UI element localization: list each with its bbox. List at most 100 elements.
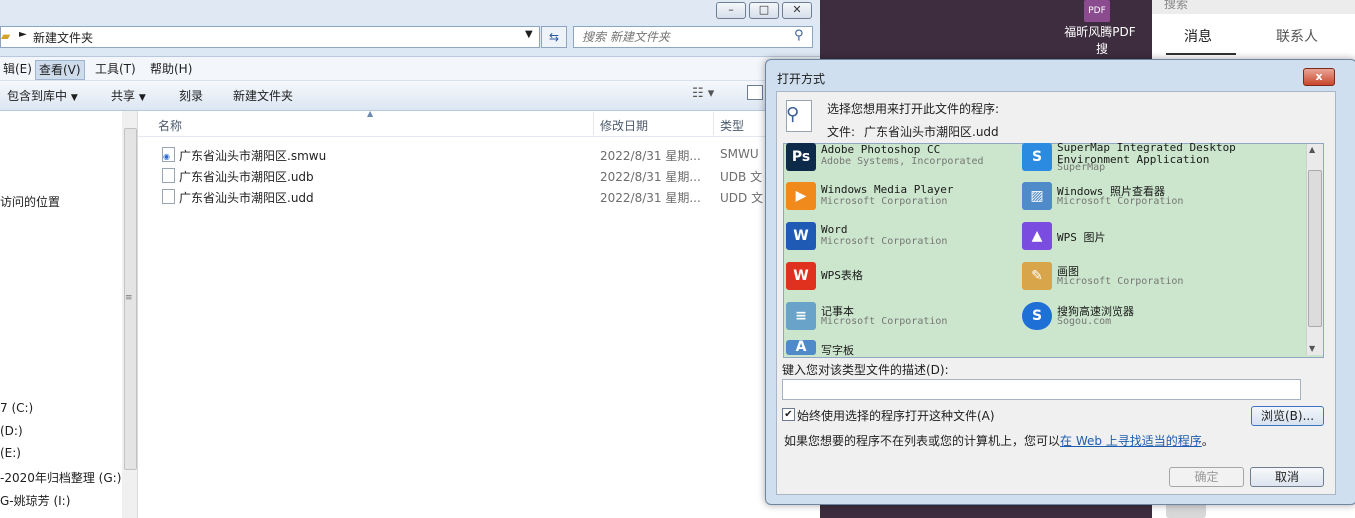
nav-item-drive-d[interactable]: (D:)	[0, 424, 23, 438]
word-icon: W	[786, 222, 816, 250]
refresh-button[interactable]: ⇆	[541, 26, 567, 48]
file-type: UDD 文	[720, 191, 764, 205]
ok-button[interactable]: 确定	[1169, 467, 1244, 487]
program-vendor: Microsoft Corporation	[1057, 276, 1184, 287]
scroll-grip-icon: ≡	[125, 293, 133, 303]
hint-text: 如果您想要的程序不在列表或您的计算机上，您可以在 Web 上寻找适当的程序。	[784, 432, 1214, 449]
preview-pane-icon[interactable]	[747, 85, 763, 100]
burn-button[interactable]: 刻录	[179, 87, 203, 104]
program-vendor: Sogou.com	[1057, 316, 1112, 327]
program-name[interactable]: WPS表格	[821, 267, 863, 283]
program-name[interactable]: Adobe Photoshop CC	[821, 143, 940, 156]
hint-suffix: 。	[1201, 434, 1214, 448]
column-header-type[interactable]: 类型	[720, 117, 744, 134]
breadcrumb-folder[interactable]: 新建文件夹	[33, 29, 93, 46]
column-header-date[interactable]: 修改日期	[600, 117, 648, 134]
scroll-up-icon[interactable]: ▲	[1309, 145, 1315, 154]
column-header-bar	[138, 111, 820, 137]
file-date: 2022/8/31 星期...	[600, 149, 701, 163]
checkmark-icon: ✔	[784, 409, 793, 420]
photoshop-icon: Ps	[786, 143, 816, 171]
program-list-scroll-thumb[interactable]	[1308, 170, 1322, 327]
column-divider[interactable]	[593, 112, 594, 135]
always-use-label[interactable]: 始终使用选择的程序打开这种文件(A)	[797, 407, 995, 424]
program-vendor: Microsoft Corporation	[821, 196, 948, 207]
menu-edit[interactable]: 辑(E)	[0, 60, 35, 78]
search-icon[interactable]: ⚲	[794, 28, 804, 43]
hint-prefix: 如果您想要的程序不在列表或您的计算机上，您可以	[784, 434, 1061, 448]
folder-icon: ▰	[1, 29, 11, 43]
search-box[interactable]: ⚲	[573, 26, 813, 48]
nav-item-drive-g[interactable]: -2020年归档整理 (G:)	[0, 469, 121, 486]
maximize-button[interactable]: □	[749, 2, 779, 19]
nav-item-drive-i[interactable]: G-姚琼芳 (I:)	[0, 492, 70, 509]
program-vendor: Adobe Systems, Incorporated	[821, 156, 984, 167]
nav-item-drive-c[interactable]: 7 (C:)	[0, 401, 33, 415]
file-type: SMWU	[720, 147, 759, 161]
program-name[interactable]: Word	[821, 223, 848, 236]
description-label: 键入您对该类型文件的描述(D):	[782, 363, 949, 377]
browse-button[interactable]: 浏览(B)...	[1251, 406, 1324, 426]
wps-picture-icon: ▲	[1022, 222, 1052, 250]
refresh-icon: ⇆	[548, 30, 560, 44]
file-type: UDB 文	[720, 170, 763, 184]
description-input[interactable]	[782, 379, 1301, 400]
file-name[interactable]: 广东省汕头市潮阳区.udb	[179, 168, 314, 185]
file-date: 2022/8/31 星期...	[600, 191, 701, 205]
wps-sheet-icon: W	[786, 262, 816, 290]
nav-item-drive-e[interactable]: (E:)	[0, 446, 21, 460]
menu-help[interactable]: 帮助(H)	[147, 60, 195, 78]
include-in-library-button[interactable]: 包含到库中 ▼	[7, 87, 78, 104]
address-bar[interactable]: ▰ ► 新建文件夹 ▼	[0, 26, 540, 48]
file-label: 文件:	[827, 125, 856, 139]
chat-search-bar[interactable]: 搜索	[1152, 0, 1355, 14]
file-name[interactable]: 广东省汕头市潮阳区.udd	[179, 189, 314, 206]
program-vendor: Microsoft Corporation	[1057, 196, 1184, 207]
program-name[interactable]: 写字板	[821, 342, 854, 358]
program-vendor: Microsoft Corporation	[821, 236, 948, 247]
notepad-icon: ≡	[786, 302, 816, 330]
cancel-button[interactable]: 取消	[1250, 467, 1324, 487]
magnifier-icon: ⚲	[786, 104, 800, 125]
menu-tools[interactable]: 工具(T)	[92, 60, 139, 78]
sort-ascending-icon: ▲	[367, 109, 374, 118]
file-icon	[162, 189, 175, 204]
scroll-down-icon[interactable]: ▼	[1309, 344, 1315, 353]
new-folder-button[interactable]: 新建文件夹	[233, 87, 293, 104]
dialog-title: 打开方式	[777, 72, 826, 86]
column-header-name[interactable]: 名称	[158, 117, 182, 134]
menu-view[interactable]: 查看(V)	[35, 60, 85, 80]
pdf-app-icon[interactable]: PDF	[1084, 0, 1110, 22]
breadcrumb-arrow-icon[interactable]: ►	[19, 29, 27, 40]
address-dropdown-icon[interactable]: ▼	[525, 29, 533, 40]
tab-messages[interactable]: 消息	[1184, 26, 1212, 46]
program-name[interactable]: Windows Media Player	[821, 183, 953, 196]
nav-item-recent[interactable]: 访问的位置	[0, 193, 60, 210]
program-name[interactable]: WPS 图片	[1057, 229, 1106, 245]
smwu-file-icon: ◉	[162, 147, 175, 162]
close-window-button[interactable]: ✕	[782, 2, 812, 19]
file-name-value: 广东省汕头市潮阳区.udd	[864, 125, 999, 139]
photo-viewer-icon: ▨	[1022, 182, 1052, 210]
file-date: 2022/8/31 星期...	[600, 170, 701, 184]
tab-contacts[interactable]: 联系人	[1276, 26, 1318, 46]
web-search-link[interactable]: 在 Web 上寻找适当的程序	[1060, 434, 1202, 448]
close-icon: x	[1315, 70, 1323, 83]
view-options-icon[interactable]: ☷ ▾	[692, 86, 714, 101]
column-divider[interactable]	[713, 112, 714, 135]
search-input[interactable]	[580, 27, 794, 47]
file-icon	[162, 168, 175, 183]
minimize-button[interactable]: –	[716, 2, 746, 19]
explorer-title-bar	[0, 0, 820, 24]
chat-search-label[interactable]: 搜索	[1164, 0, 1188, 12]
sogou-browser-icon: S	[1022, 302, 1052, 330]
media-player-icon: ▶	[786, 182, 816, 210]
program-vendor: SuperMap	[1057, 162, 1106, 173]
supermap-icon: S	[1022, 143, 1052, 171]
always-use-checkbox[interactable]: ✔	[782, 408, 795, 421]
dialog-close-button[interactable]: x	[1303, 68, 1335, 86]
active-tab-indicator	[1166, 53, 1236, 55]
program-vendor: Microsoft Corporation	[821, 316, 948, 327]
file-name[interactable]: 广东省汕头市潮阳区.smwu	[179, 147, 326, 164]
share-button[interactable]: 共享 ▼	[111, 87, 146, 104]
